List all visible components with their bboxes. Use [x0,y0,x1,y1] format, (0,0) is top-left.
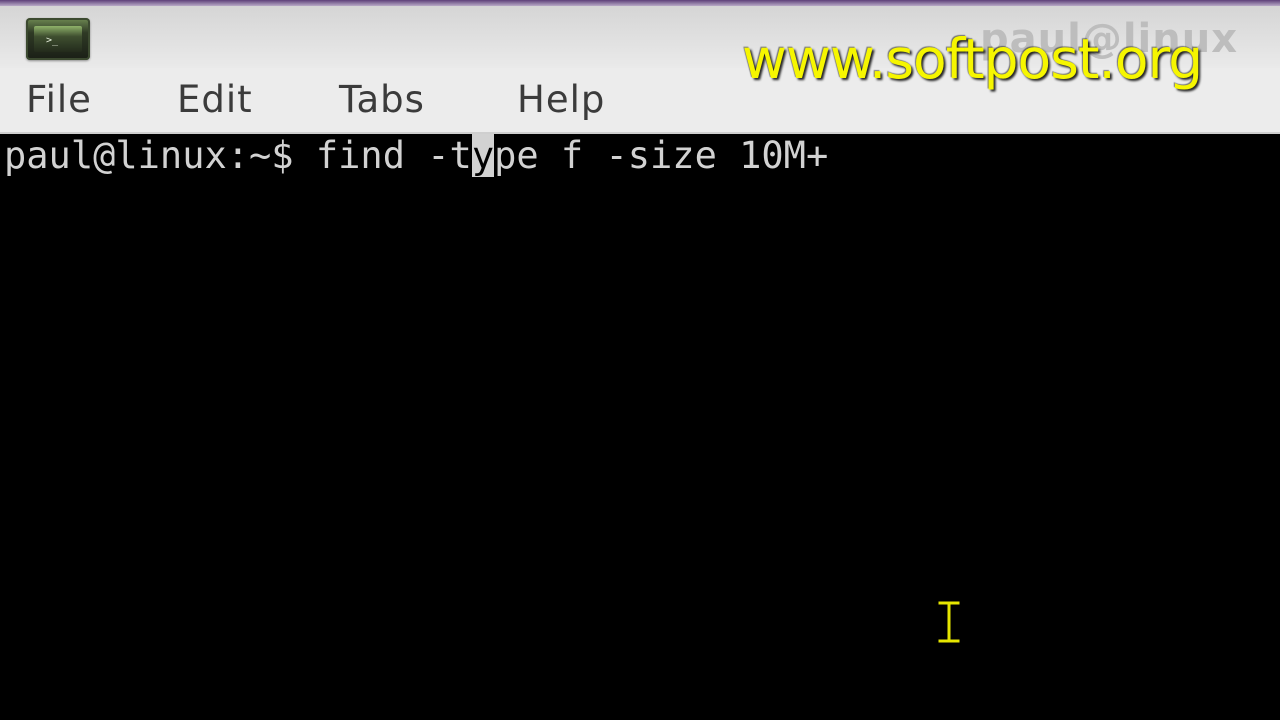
shell-prompt: paul@linux:~$ [4,134,316,177]
terminal-app-icon-prompt: >_ [46,35,59,46]
command-text-before-cursor: find -t [315,134,472,177]
text-cursor: y [471,134,495,177]
terminal-app-icon[interactable]: >_ [26,18,90,60]
menu-help[interactable]: Help [517,78,605,122]
command-line: paul@linux:~$ find -type f -size 10M+ [4,134,829,177]
terminal-window: >_ paul@linux File Edit Tabs Help www.so… [0,0,1280,720]
command-text-after-cursor: pe f -size 10M+ [494,134,829,177]
ibeam-cursor-icon [937,600,961,644]
menu-tabs[interactable]: Tabs [339,78,425,122]
terminal-area[interactable]: paul@linux:~$ find -type f -size 10M+ [0,134,1280,720]
menu-file[interactable]: File [26,78,92,122]
menu-edit[interactable]: Edit [177,78,253,122]
terminal-app-icon-screen: >_ [34,26,82,52]
watermark: www.softpost.org [742,27,1203,91]
